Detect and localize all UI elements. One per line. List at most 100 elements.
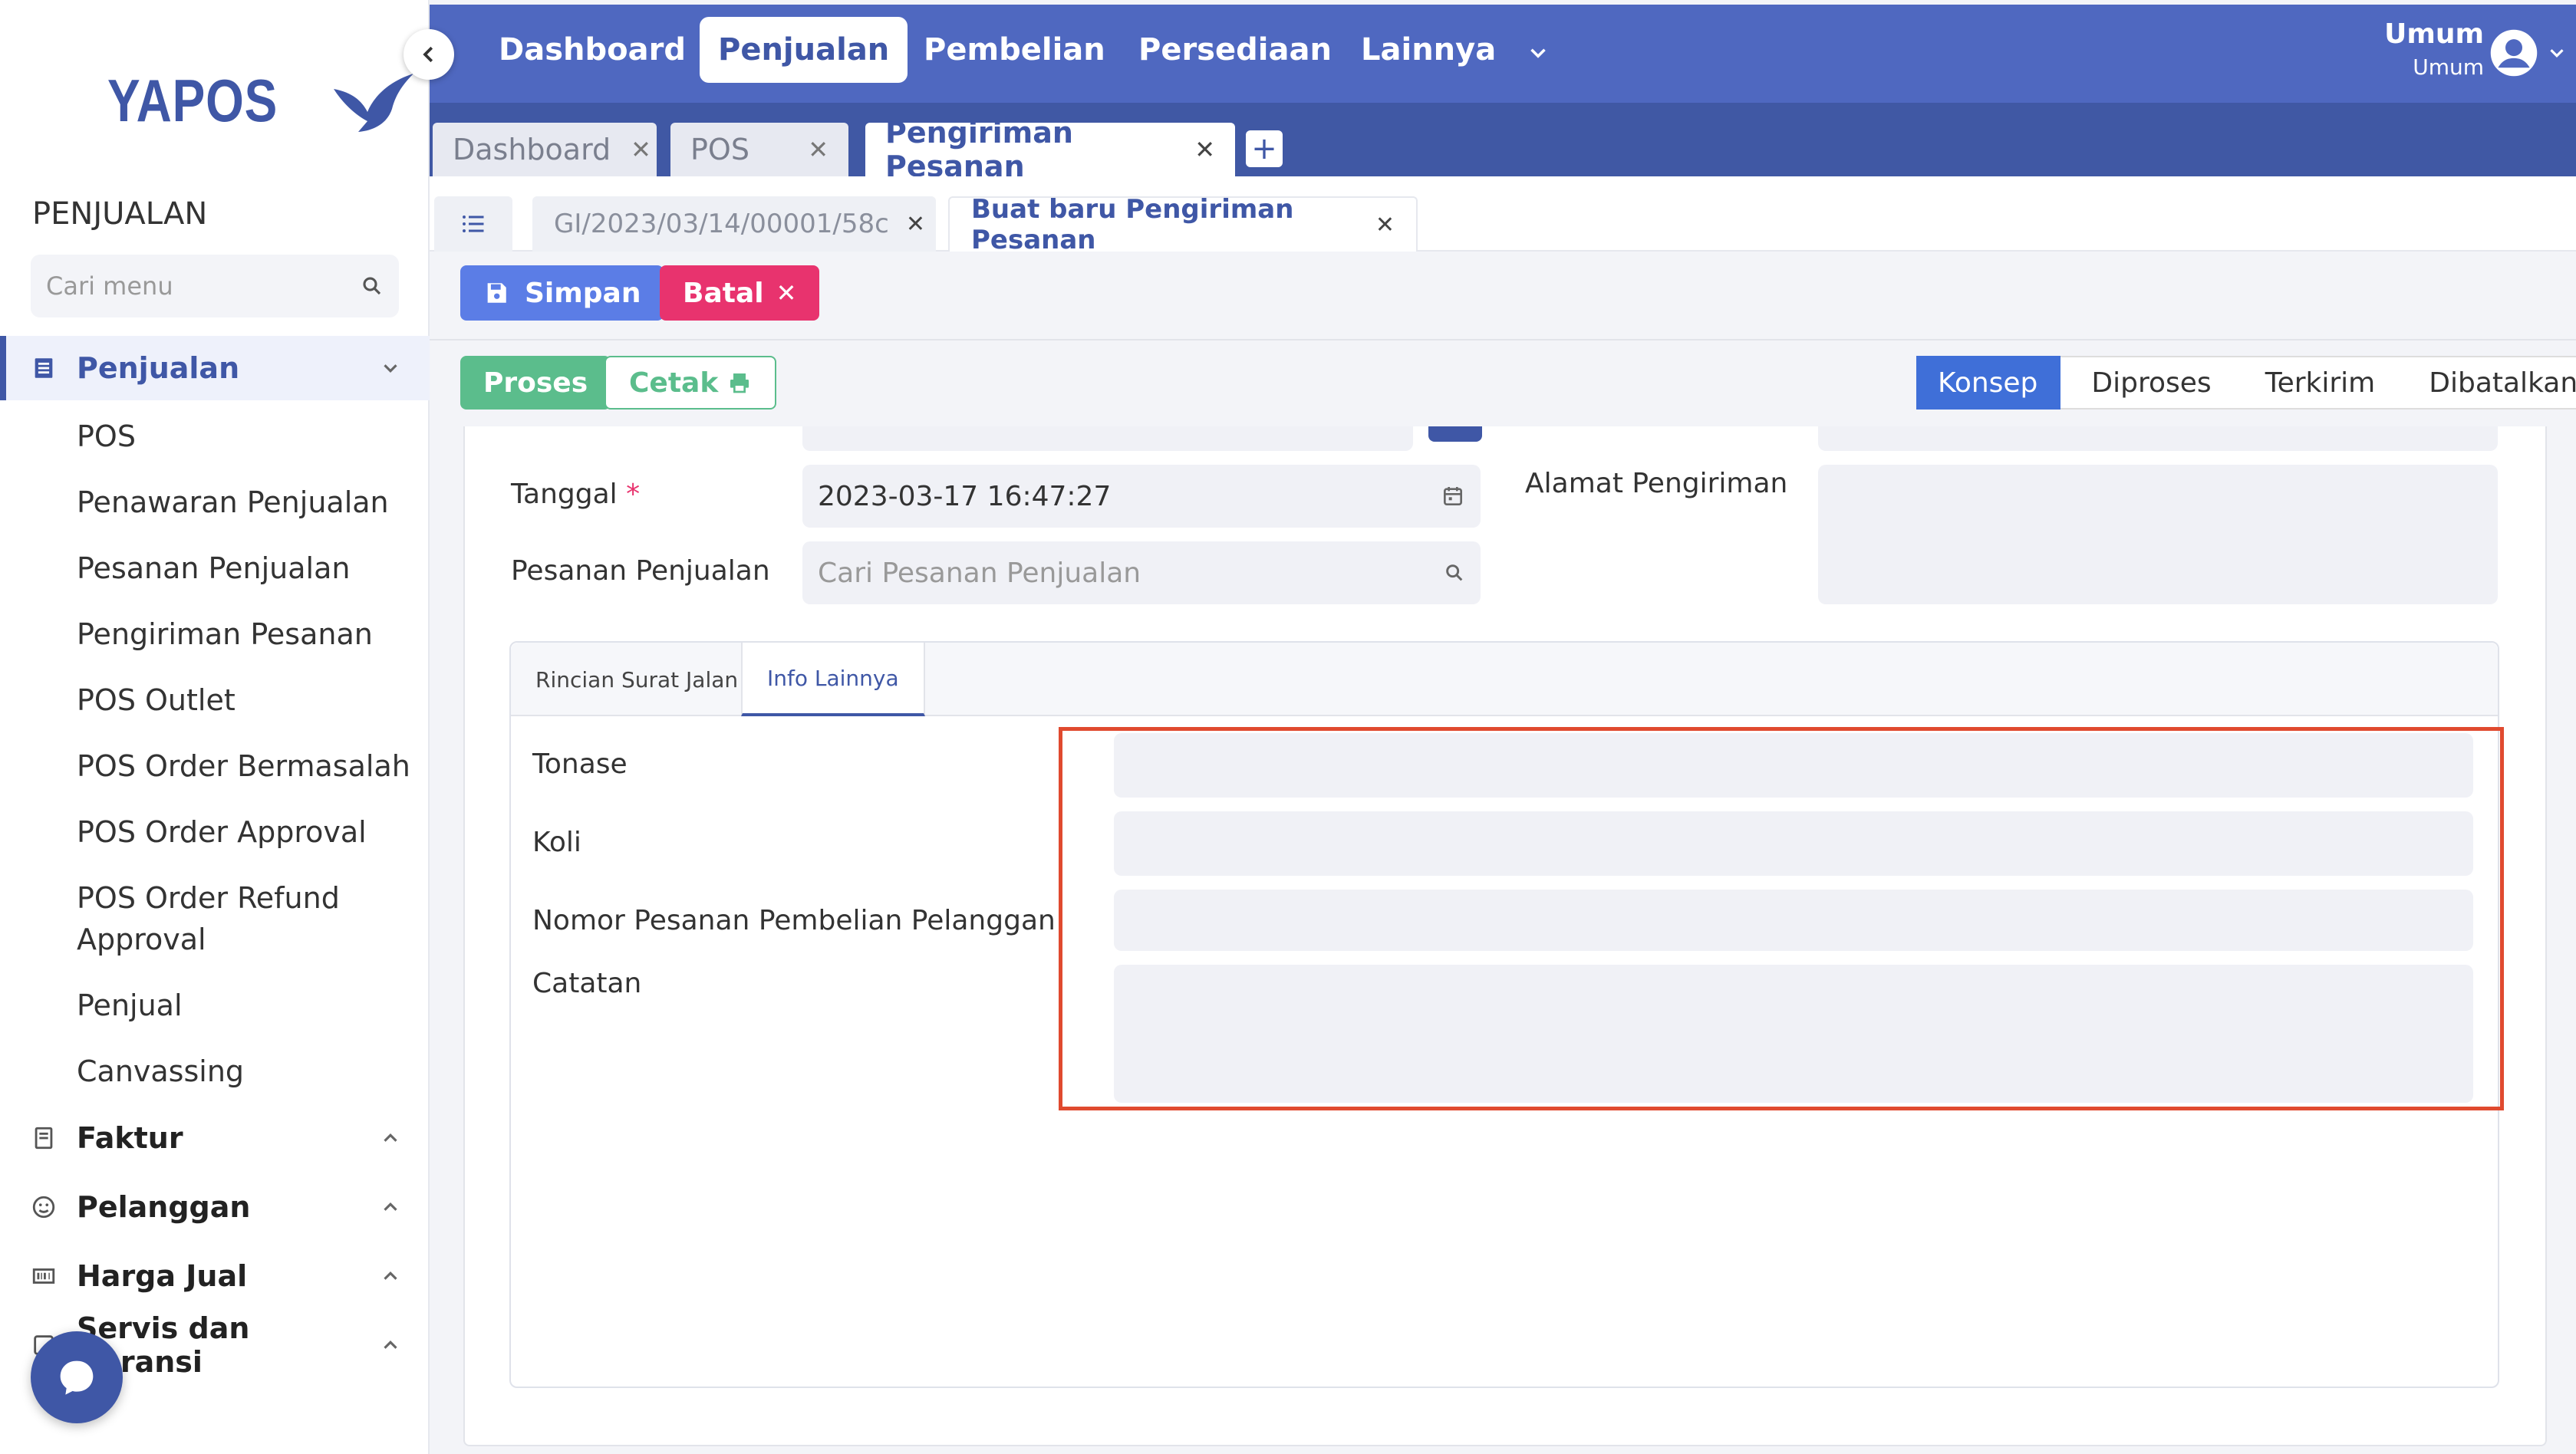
sub-tab-new-delivery[interactable]: Buat baru Pengiriman Pesanan ✕	[948, 194, 1418, 255]
process-button[interactable]: Proses	[460, 356, 611, 410]
user-avatar-icon[interactable]	[2489, 28, 2539, 78]
pesanan-penjualan-placeholder: Cari Pesanan Penjualan	[818, 557, 1141, 589]
status-step-label: Konsep	[1938, 367, 2038, 399]
sidebar-item-pos-order-approval[interactable]: POS Order Approval	[77, 811, 414, 853]
barcode-icon	[32, 1268, 55, 1284]
tab-rincian-surat-jalan[interactable]: Rincian Surat Jalan	[511, 643, 763, 716]
sidebar-group-label: Faktur	[77, 1121, 183, 1155]
sub-tab-label: GI/2023/03/14/00001/58c	[554, 209, 889, 239]
menu-search-box[interactable]	[31, 255, 399, 317]
invoice-icon	[35, 1127, 53, 1150]
tanggal-value: 2023-03-17 16:47:27	[818, 480, 1112, 512]
menu-search-input[interactable]	[46, 271, 361, 301]
nav-pembelian[interactable]: Pembelian	[905, 17, 1124, 83]
sub-tab-label: Buat baru Pengiriman Pesanan	[971, 194, 1294, 255]
close-icon[interactable]: ✕	[1194, 135, 1215, 164]
status-stepper: Konsep Diproses Terkirim Dibatalkan	[1916, 356, 2576, 410]
print-label: Cetak	[629, 367, 719, 399]
sidebar-group-harga-jual[interactable]: Harga Jual	[0, 1244, 430, 1308]
chevron-left-icon	[423, 46, 433, 63]
nomor-po-pelanggan-label: Nomor Pesanan Pembelian Pelanggan	[532, 905, 1056, 936]
cancel-label: Batal	[683, 277, 764, 309]
sidebar-item-pos-order-bermasalah[interactable]: POS Order Bermasalah	[77, 745, 414, 787]
user-menu-chevron-icon[interactable]	[2545, 41, 2568, 64]
save-button[interactable]: Simpan	[460, 265, 664, 321]
sub-tab-document[interactable]: GI/2023/03/14/00001/58c ✕	[532, 196, 936, 252]
sidebar-section-title: PENJUALAN	[32, 196, 208, 232]
add-tab-button[interactable]: +	[1246, 130, 1283, 167]
close-icon[interactable]: ✕	[906, 211, 925, 238]
sidebar-item-penjual[interactable]: Penjual	[77, 985, 414, 1026]
pesanan-penjualan-input[interactable]: Cari Pesanan Penjualan	[802, 541, 1481, 604]
calendar-icon[interactable]	[1441, 484, 1465, 508]
close-icon: ✕	[776, 278, 797, 308]
sidebar-group-label: Pelanggan	[77, 1190, 251, 1224]
generate-number-button[interactable]	[1428, 426, 1482, 442]
sidebar-group-label: Harga Jual	[77, 1259, 248, 1293]
pelanggan-field[interactable]	[1818, 426, 2498, 451]
sidebar-group-pelanggan[interactable]: Pelanggan	[0, 1175, 430, 1239]
app-tab-label: Dashboard	[453, 133, 611, 166]
sidebar-group-penjualan[interactable]: Penjualan	[0, 336, 430, 400]
search-icon[interactable]	[1444, 562, 1465, 584]
nav-lainnya[interactable]: Lainnya	[1342, 17, 1514, 83]
catatan-label: Catatan	[532, 968, 642, 999]
brand-name: YAPOS	[107, 66, 278, 134]
sidebar-item-canvassing[interactable]: Canvassing	[77, 1051, 414, 1092]
sidebar-group-label: Penjualan	[77, 351, 240, 385]
save-label: Simpan	[525, 277, 641, 309]
sidebar-collapse-button[interactable]	[404, 29, 454, 80]
sidebar-item-pos[interactable]: POS	[77, 416, 414, 457]
nav-persediaan[interactable]: Persediaan	[1120, 17, 1350, 83]
close-icon[interactable]: ✕	[1375, 212, 1395, 238]
status-step-konsep: Konsep	[1916, 356, 2061, 410]
app-tab-label: Pengiriman Pesanan	[885, 116, 1073, 183]
nav-more-chevron-icon[interactable]	[1525, 40, 1551, 66]
cancel-button[interactable]: Batal ✕	[660, 265, 820, 321]
chat-bubble-icon	[60, 1360, 94, 1395]
user-name: Umum	[2384, 18, 2484, 50]
close-icon[interactable]: ✕	[631, 135, 651, 164]
receipt-icon	[35, 358, 53, 378]
sidebar-item-penawaran-penjualan[interactable]: Penawaran Penjualan	[77, 482, 414, 523]
status-step-label: Dibatalkan	[2429, 367, 2576, 399]
app-tab-label: POS	[690, 133, 749, 166]
sidebar-group-faktur[interactable]: Faktur	[0, 1106, 430, 1170]
app-tab-pos[interactable]: POS ✕	[670, 123, 848, 176]
sidebar-item-pesanan-penjualan[interactable]: Pesanan Penjualan	[77, 548, 414, 589]
sidebar: YAPOS PENJUALAN Penjualan POS Penawaran …	[0, 0, 430, 1454]
tab-info-lainnya[interactable]: Info Lainnya	[741, 643, 925, 716]
user-role: Umum	[2413, 54, 2484, 80]
print-button[interactable]: Cetak	[604, 356, 777, 410]
app-tab-dashboard[interactable]: Dashboard ✕	[433, 123, 657, 176]
status-step-diproses: Diproses	[2060, 356, 2235, 410]
search-icon[interactable]	[361, 275, 384, 298]
tanggal-label: Tanggal *	[511, 479, 641, 510]
tanggal-input[interactable]: 2023-03-17 16:47:27	[802, 465, 1481, 528]
nomor-surat-jalan-field[interactable]	[802, 426, 1413, 451]
printer-icon	[730, 373, 749, 393]
nav-penjualan[interactable]: Penjualan	[700, 17, 908, 83]
app-tab-pengiriman-pesanan[interactable]: Pengiriman Pesanan ✕	[865, 116, 1235, 183]
nav-dashboard[interactable]: Dashboard	[480, 17, 704, 83]
chevron-up-icon[interactable]	[379, 1334, 402, 1357]
chevron-up-icon[interactable]	[379, 1265, 402, 1288]
chevron-up-icon[interactable]	[379, 1127, 402, 1150]
tonase-label: Tonase	[532, 748, 628, 780]
status-step-label: Diproses	[2091, 367, 2212, 399]
chevron-down-icon[interactable]	[379, 357, 402, 380]
chevron-up-icon[interactable]	[379, 1196, 402, 1219]
sidebar-item-pengiriman-pesanan[interactable]: Pengiriman Pesanan	[77, 614, 414, 655]
list-view-button[interactable]	[434, 196, 512, 252]
alamat-pengiriman-input[interactable]	[1818, 465, 2498, 604]
status-step-dibatalkan: Dibatalkan	[2398, 356, 2576, 410]
sidebar-item-pos-outlet[interactable]: POS Outlet	[77, 679, 414, 721]
sidebar-item-pos-order-refund-approval[interactable]: POS Order Refund Approval	[77, 877, 414, 960]
user-info[interactable]: Umum Umum	[2384, 18, 2484, 80]
chat-button[interactable]	[31, 1331, 123, 1423]
status-step-terkirim: Terkirim	[2234, 356, 2399, 410]
brand-logo: YAPOS	[107, 66, 420, 135]
bird-logo-icon	[333, 74, 413, 132]
close-icon[interactable]: ✕	[808, 135, 828, 164]
alamat-pengiriman-label: Alamat Pengiriman	[1525, 468, 1788, 499]
